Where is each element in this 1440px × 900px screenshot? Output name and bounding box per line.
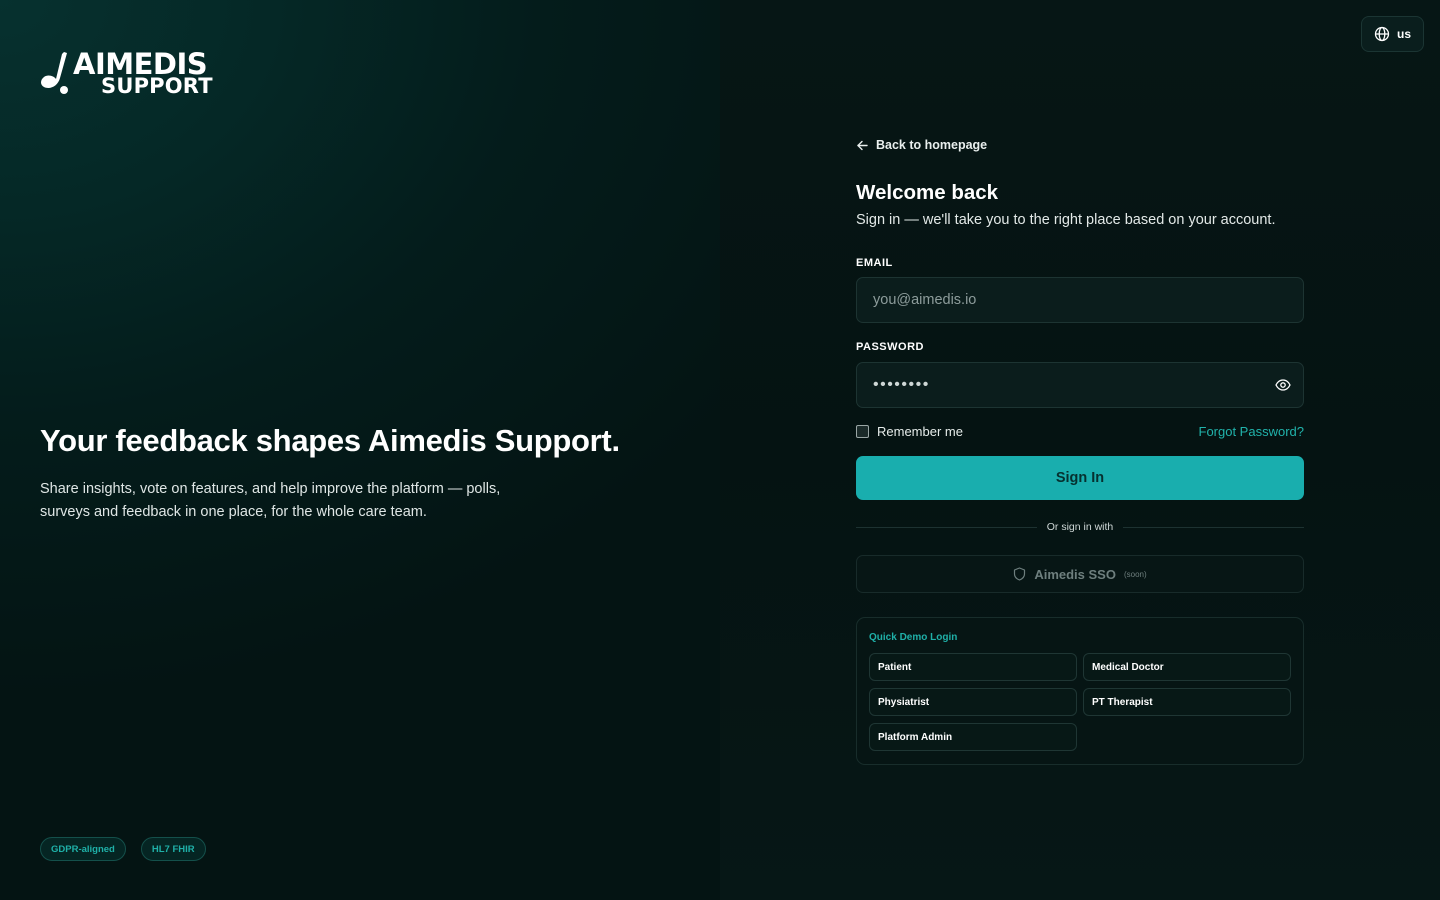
quick-demo-login-card: Quick Demo Login Patient Medical Doctor … [856,617,1304,765]
password-label: PASSWORD [856,341,924,353]
eye-icon [1275,379,1291,391]
divider-line-left [856,526,1037,528]
demo-login-pt-therapist[interactable]: PT Therapist [1083,688,1291,716]
divider-label: Or sign in with [1046,521,1114,533]
email-label: EMAIL [856,257,893,269]
globe-icon [1374,26,1390,42]
logo-mark-icon [40,50,70,96]
back-link-label: Back to homepage [876,138,988,152]
demo-login-patient[interactable]: Patient [869,653,1077,681]
form-title: Welcome back [856,181,999,204]
logo-wordmark-primary: AIMEDIS [73,47,208,81]
sso-label: Aimedis SSO [1034,566,1116,582]
aimedis-sso-button[interactable]: Aimedis SSO (soon) [856,555,1304,593]
sign-in-button[interactable]: Sign In [856,456,1304,500]
language-switcher-button[interactable]: us [1361,16,1424,52]
brand-logo[interactable]: AIMEDIS SUPPORT [40,47,213,98]
remember-me-label: Remember me [877,424,963,439]
language-label: us [1396,27,1411,41]
quick-demo-title: Quick Demo Login [869,632,958,643]
password-input[interactable] [857,363,1303,407]
email-input[interactable] [857,278,1303,322]
form-subtitle: Sign in — we'll take you to the right pl… [856,212,1276,228]
hl7-fhir-badge: HL7 FHIR [140,837,206,861]
arrow-left-icon [857,140,868,150]
logo-wordmark-secondary: SUPPORT [101,74,213,98]
shield-icon [1014,567,1026,581]
divider-line-right [1123,526,1304,528]
back-to-homepage-link[interactable]: Back to homepage [856,138,987,152]
remember-me-checkbox[interactable] [856,425,869,438]
demo-login-platform-admin[interactable]: Platform Admin [869,723,1077,751]
gdpr-badge: GDPR-aligned [40,837,126,861]
compliance-badges: GDPR-aligned HL7 FHIR [40,837,206,861]
auth-panel [720,0,1440,900]
demo-login-physiatrist[interactable]: Physiatrist [869,688,1077,716]
show-password-toggle[interactable] [1275,377,1291,398]
forgot-password-link[interactable]: Forgot Password? [1199,424,1305,439]
remember-me[interactable]: Remember me [856,424,963,439]
sso-soon-tag: (soon) [1123,569,1147,579]
password-field-wrapper [856,362,1304,408]
hero-panel: AIMEDIS SUPPORT Your feedback shapes Aim… [0,0,720,900]
hero-title: Your feedback shapes Aimedis Support. [40,423,620,458]
email-field-wrapper [856,277,1304,323]
sso-divider: Or sign in with [856,520,1304,534]
hero-subtitle: Share insights, vote on features, and he… [40,481,501,520]
demo-login-medical-doctor[interactable]: Medical Doctor [1083,653,1291,681]
